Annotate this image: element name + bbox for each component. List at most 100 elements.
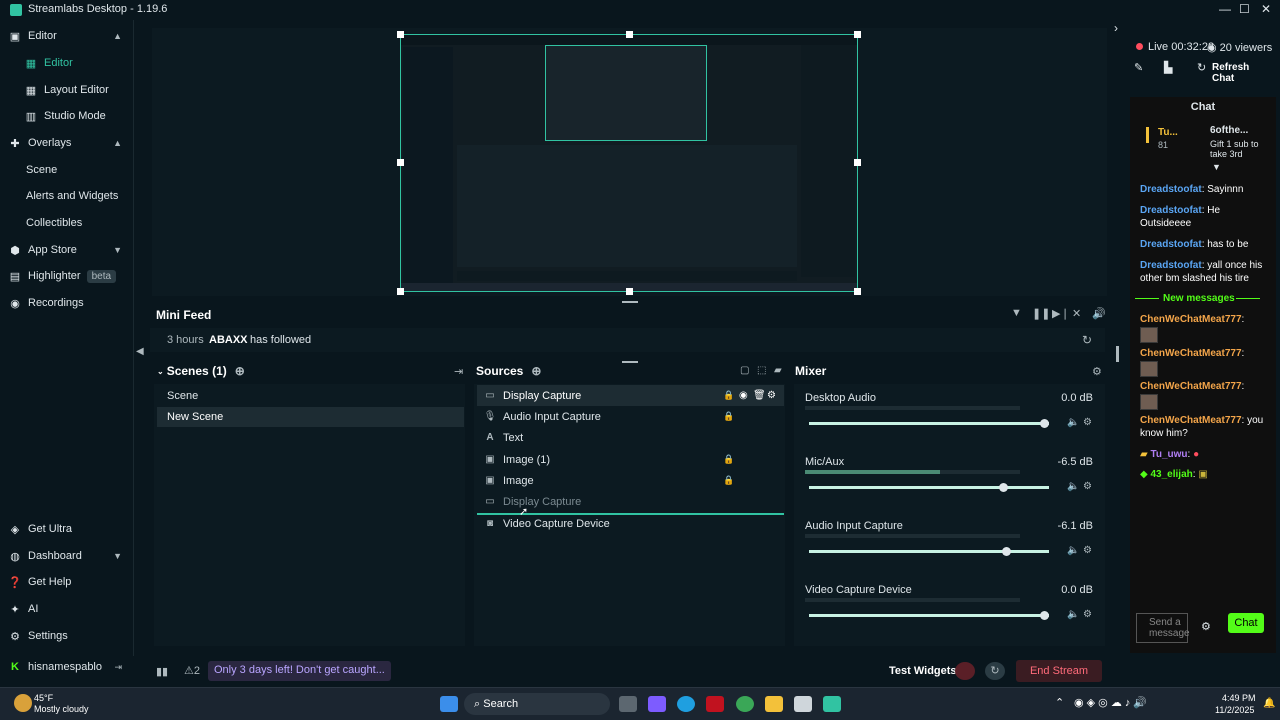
nav-recordings[interactable]: ◉ Recordings [0,291,134,315]
popout-icon[interactable]: ▙ [1164,61,1172,74]
minimize-button[interactable]: — [1219,2,1231,16]
close-button[interactable]: ✕ [1261,2,1271,16]
edge-icon[interactable] [677,696,695,712]
volume-slider[interactable] [809,483,1049,492]
nav-get-ultra[interactable]: ◈ Get Ultra [0,517,134,541]
chevron-down-icon[interactable]: ⌄ [157,367,164,376]
nav-scene[interactable]: Scene [0,158,134,182]
performance-icon[interactable]: ▮▮ [156,665,168,678]
tray-icons[interactable]: ◉ ◈ ◎ ☁ ♪ 🔊 [1074,696,1147,709]
source-item[interactable]: ▣ Image 🔒 [477,470,784,491]
add-source-icon[interactable]: ⊕ [531,364,541,378]
resize-handle[interactable] [854,288,861,295]
chat-settings-icon[interactable]: ⚙ [1201,620,1211,633]
filter-icon[interactable]: ▼ [1011,307,1022,319]
volume-slider[interactable] [809,547,1049,556]
chat-username[interactable]: Dreadstoofat [1140,260,1202,271]
stream-preview[interactable] [152,28,1107,296]
nav-editor-editor[interactable]: ▦ Editor [0,51,134,75]
add-scene-icon[interactable]: ⊕ [235,364,245,378]
chrome-icon[interactable] [736,696,754,712]
display-capture-preview[interactable] [400,34,858,292]
repeat-alert-icon[interactable]: ↻ [1082,333,1092,347]
nav-layout-editor[interactable]: ▦ Layout Editor [0,78,134,102]
mute-icon[interactable]: 🔈 [1067,545,1079,556]
chat-username[interactable]: ChenWeChatMeat777 [1140,381,1242,392]
refresh-chat-button[interactable]: Refresh Chat [1212,62,1262,84]
netflix-icon[interactable] [706,696,724,712]
app-icon[interactable] [794,696,812,712]
mixer-settings-icon[interactable]: ⚙ [1092,365,1102,378]
folder-icon[interactable]: ▰ [774,365,782,376]
group-icon[interactable]: ⬚ [757,365,766,376]
volume-knob[interactable] [1001,547,1011,556]
nav-get-help[interactable]: ❓ Get Help [0,570,134,594]
resize-handle[interactable] [397,159,404,166]
gear-icon[interactable]: ⚙ [1083,609,1092,620]
lock-icon[interactable]: 🔒 [723,411,734,422]
nav-overlays[interactable]: ✚ Overlays ▲ [0,131,134,155]
chat-username[interactable]: ChenWeChatMeat777 [1140,348,1242,359]
record-button[interactable] [955,662,975,680]
eye-icon[interactable]: ◉ [739,390,748,401]
resize-handle[interactable] [397,31,404,38]
source-settings-icon[interactable]: ▢ [740,365,749,376]
mute-icon[interactable]: 🔈 [1067,609,1079,620]
resize-handle[interactable] [854,159,861,166]
volume-slider[interactable] [809,419,1050,428]
pin-collapse-icon[interactable]: ▼ [1212,162,1221,172]
pause-icon[interactable]: ❚❚ [1032,307,1050,320]
drag-handle[interactable] [622,301,638,303]
drag-handle[interactable] [622,361,638,363]
nav-settings[interactable]: ⚙ Settings [0,624,134,648]
lock-icon[interactable]: 🔒 [723,475,734,486]
tray-overflow-icon[interactable]: ⌃ [1055,696,1064,709]
source-item[interactable]: ▣ Image (1) 🔒 [477,449,784,470]
collapse-sidebar-icon[interactable]: ◀ [136,346,144,357]
notifications-icon[interactable]: ⚠2 [184,664,200,677]
nav-dashboard[interactable]: ◍ Dashboard ▼ [0,544,134,568]
mute-icon[interactable]: 🔈 [1067,481,1079,492]
nav-app-store[interactable]: ⬢ App Store ▼ [0,238,134,262]
expand-chat-icon[interactable]: › [1114,21,1118,35]
gear-icon[interactable]: ⚙ [1083,545,1092,556]
task-view-icon[interactable] [619,696,637,712]
volume-slider[interactable] [809,611,1050,620]
end-stream-button[interactable]: End Stream [1016,660,1102,682]
lock-icon[interactable]: 🔒 [723,454,734,465]
resize-handle[interactable] [854,31,861,38]
chat-username[interactable]: Dreadstoofat [1140,205,1202,216]
scene-item-selected[interactable]: New Scene [157,407,464,427]
chat-username[interactable]: Dreadstoofat [1140,184,1202,195]
nav-studio-mode[interactable]: ▥ Studio Mode [0,104,134,128]
volume-knob[interactable] [1040,419,1050,428]
nav-highlighter[interactable]: ▤ Highlighter beta [0,264,134,288]
replay-buffer-button[interactable]: ↻ [985,662,1005,680]
user-account[interactable]: Khisnamespablo ⇥ [0,655,134,679]
notification-bell-icon[interactable]: 🔔 [1263,698,1275,709]
chat-input[interactable]: Send a message [1136,613,1190,643]
trash-icon[interactable]: 🗑 [753,390,766,401]
volume-icon[interactable]: 🔊 [1092,307,1106,320]
file-explorer-icon[interactable] [765,696,783,712]
scene-transitions-icon[interactable]: ⇥ [454,365,463,378]
gear-icon[interactable]: ⚙ [1083,481,1092,492]
source-item[interactable]: 🎙 Audio Input Capture 🔒 [477,406,784,427]
logout-icon[interactable]: ⇥ [114,662,122,673]
chat-username[interactable]: 43_elijah [1150,469,1192,480]
chat-username[interactable]: ChenWeChatMeat777 [1140,314,1242,325]
chat-username[interactable]: ChenWeChatMeat777 [1140,415,1242,426]
gear-icon[interactable]: ⚙ [767,390,776,401]
gear-icon[interactable]: ⚙ [1083,417,1092,428]
windows-start-icon[interactable] [440,696,458,712]
volume-knob[interactable] [999,483,1009,492]
copilot-icon[interactable] [648,696,666,712]
nav-ai[interactable]: ✦ AI [0,597,134,621]
maximize-button[interactable]: ☐ [1239,2,1250,16]
volume-knob[interactable] [1040,611,1050,620]
nav-editor[interactable]: ▣ Editor ▲ [0,24,134,48]
source-item[interactable]: ◙ Video Capture Device [477,513,784,534]
resize-handle[interactable] [626,31,633,38]
chat-send-button[interactable]: Chat [1228,613,1264,633]
lock-icon[interactable]: 🔒 [723,390,734,401]
